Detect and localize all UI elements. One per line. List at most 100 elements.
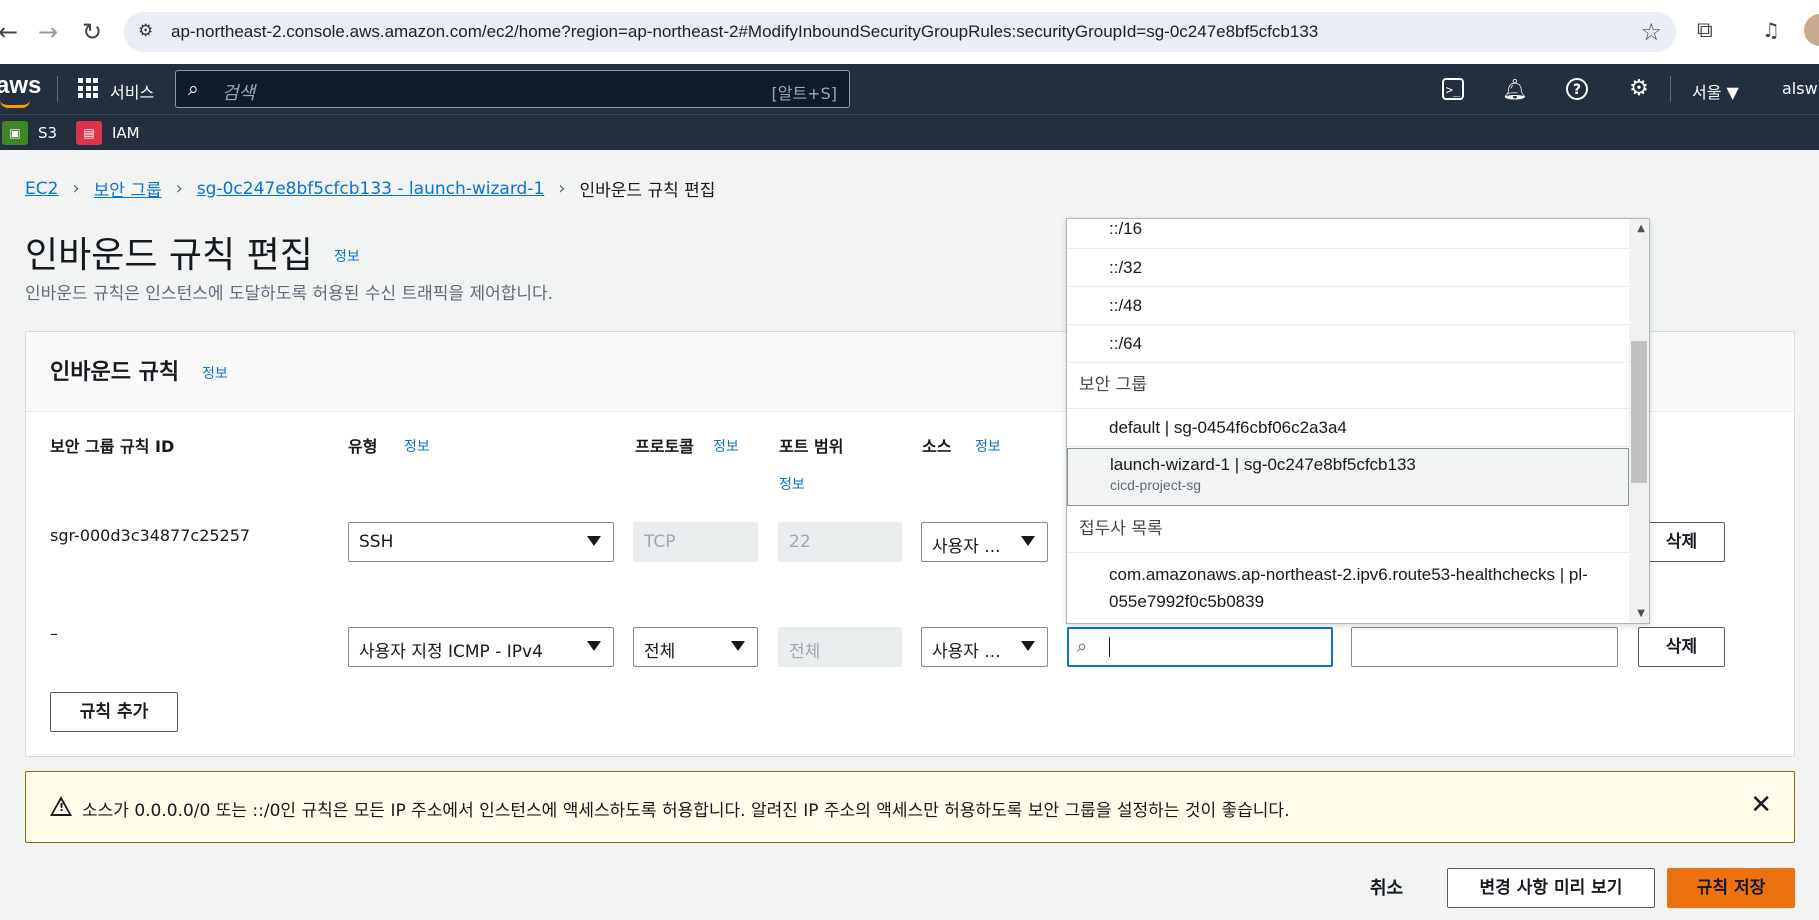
- source-type-value: 사용자 ...: [932, 537, 1001, 557]
- aws-logo[interactable]: aws: [0, 72, 41, 108]
- option-label: com.amazonaws.ap-northeast-2.ipv6.route5…: [1109, 565, 1588, 584]
- warning-message: 소스가 0.0.0.0/0 또는 ::/0인 규칙은 모든 IP 주소에서 인스…: [82, 801, 1290, 821]
- search-placeholder: 검색: [222, 83, 256, 104]
- scroll-up-icon[interactable]: ▲: [1637, 223, 1645, 234]
- dropdown-option[interactable]: ::/64: [1067, 325, 1629, 363]
- page-info-link[interactable]: 정보: [334, 246, 360, 266]
- caret-down-icon: [1021, 641, 1035, 651]
- search-shortcut: [알트+S]: [771, 84, 838, 103]
- account-menu[interactable]: alswl: [1782, 79, 1819, 98]
- aws-logo-smile: [0, 100, 30, 108]
- option-description: cicd-project-sg: [1110, 477, 1202, 493]
- services-grid-icon[interactable]: [78, 78, 98, 98]
- breadcrumb: EC2 › 보안 그룹 › sg-0c247e8bf5cfcb133 - lau…: [25, 176, 715, 201]
- dropdown-option[interactable]: ::/16: [1067, 219, 1629, 249]
- address-bar[interactable]: ⚙ ap-northeast-2.console.aws.amazon.com/…: [124, 12, 1676, 52]
- caret-down-icon: [587, 641, 601, 651]
- type-select[interactable]: SSH: [348, 522, 614, 562]
- panel-title: 인바운드 규칙: [50, 360, 180, 385]
- preview-changes-button[interactable]: 변경 사항 미리 보기: [1447, 868, 1655, 908]
- nav-divider: [57, 76, 58, 102]
- extensions-icon[interactable]: ⧉: [1697, 18, 1713, 43]
- dropdown-option-sg-launch-wizard[interactable]: launch-wizard-1 | sg-0c247e8bf5cfcb133 c…: [1067, 448, 1629, 506]
- source-info-link[interactable]: 정보: [975, 436, 1001, 456]
- add-rule-button[interactable]: 규칙 추가: [50, 692, 178, 732]
- notifications-bell-icon[interactable]: 🔔︎: [1502, 76, 1528, 102]
- back-icon[interactable]: ←: [0, 18, 22, 46]
- dropdown-option-sg-default[interactable]: default | sg-0454f6cbf06c2a3a4: [1067, 409, 1629, 447]
- page-title: 인바운드 규칙 편집: [25, 235, 313, 276]
- aws-top-nav: aws 서비스 ⌕ 검색 [알트+S] >_ 🔔︎ ? ⚙ 서울 ▼ alswl: [0, 64, 1819, 114]
- reload-icon[interactable]: ↻: [78, 18, 106, 46]
- s3-icon: ▣: [2, 121, 28, 145]
- breadcrumb-security-groups[interactable]: 보안 그룹: [94, 176, 162, 201]
- region-selector[interactable]: 서울 ▼: [1692, 79, 1739, 103]
- dropdown-option-prefix-list[interactable]: com.amazonaws.ap-northeast-2.ipv6.route5…: [1067, 553, 1629, 623]
- bookmark-star-icon[interactable]: ☆: [1640, 18, 1662, 46]
- caret-down-icon: [731, 641, 745, 651]
- help-icon[interactable]: ?: [1566, 78, 1588, 100]
- breadcrumb-ec2[interactable]: EC2: [25, 179, 58, 199]
- delete-rule-button[interactable]: 삭제: [1638, 627, 1725, 667]
- delete-rule-button[interactable]: 삭제: [1638, 522, 1725, 562]
- page-description: 인바운드 규칙은 인스턴스에 도달하도록 허용된 수신 트래픽을 제어합니다.: [25, 284, 554, 304]
- settings-gear-icon[interactable]: ⚙: [1626, 76, 1652, 102]
- breadcrumb-security-group[interactable]: sg-0c247e8bf5cfcb133 - launch-wizard-1: [197, 179, 544, 199]
- protocol-info-link[interactable]: 정보: [713, 436, 739, 456]
- warning-icon-mark: !: [59, 801, 65, 814]
- services-menu[interactable]: 서비스: [110, 79, 154, 103]
- source-search-input[interactable]: ⌕: [1067, 627, 1333, 667]
- warning-alert: ! 소스가 0.0.0.0/0 또는 ::/0인 규칙은 모든 IP 주소에서 …: [25, 771, 1795, 843]
- favorite-label: IAM: [112, 124, 140, 142]
- chevron-right-icon: ›: [72, 178, 80, 199]
- scrollbar-thumb[interactable]: [1631, 341, 1647, 483]
- column-header-source: 소스: [922, 437, 952, 456]
- type-select-value: SSH: [359, 532, 394, 552]
- media-control-icon[interactable]: ♫: [1762, 18, 1780, 42]
- forward-icon[interactable]: →: [34, 18, 62, 46]
- rule-id: sgr-000d3c34877c25257: [50, 526, 251, 545]
- favorite-s3[interactable]: ▣ S3: [2, 121, 57, 145]
- column-header-port-range: 포트 범위: [779, 437, 844, 456]
- source-type-select[interactable]: 사용자 ...: [921, 627, 1048, 667]
- rule-id: –: [50, 624, 58, 643]
- option-label: 055e7992f0c5b0839: [1109, 592, 1265, 611]
- dropdown-option[interactable]: ::/48: [1067, 287, 1629, 325]
- type-select-value: 사용자 지정 ICMP - IPv4: [359, 642, 543, 662]
- profile-avatar[interactable]: [1804, 14, 1819, 46]
- url-text[interactable]: ap-northeast-2.console.aws.amazon.com/ec…: [171, 22, 1318, 42]
- console-search-input[interactable]: ⌕ 검색 [알트+S]: [175, 70, 850, 108]
- protocol-select[interactable]: 전체: [633, 627, 758, 667]
- port-range-field: 전체: [778, 627, 902, 667]
- source-type-value: 사용자 ...: [932, 642, 1001, 662]
- scroll-down-icon[interactable]: ▼: [1637, 608, 1645, 619]
- source-dropdown-list[interactable]: ::/16 ::/32 ::/48 ::/64 보안 그룹 default | …: [1066, 218, 1650, 624]
- column-header-rule-id: 보안 그룹 규칙 ID: [50, 437, 175, 456]
- close-icon[interactable]: ✕: [1750, 790, 1772, 820]
- favorite-label: S3: [38, 124, 58, 142]
- cloudshell-icon[interactable]: >_: [1442, 78, 1464, 100]
- type-info-link[interactable]: 정보: [404, 436, 430, 456]
- browser-toolbar: ← → ↻ ⚙ ap-northeast-2.console.aws.amazo…: [0, 0, 1819, 64]
- save-rules-button[interactable]: 규칙 저장: [1667, 868, 1795, 908]
- port-info-link[interactable]: 정보: [779, 474, 805, 494]
- column-header-protocol: 프로토콜: [635, 437, 694, 456]
- text-cursor: [1109, 637, 1110, 657]
- cancel-button[interactable]: 취소: [1370, 874, 1403, 900]
- iam-icon: ▤: [76, 121, 102, 145]
- site-settings-icon[interactable]: ⚙: [138, 21, 153, 41]
- panel-info-link[interactable]: 정보: [202, 363, 228, 383]
- favorites-bar: ▣ S3 ▤ IAM: [0, 114, 1819, 150]
- caret-down-icon: [587, 536, 601, 546]
- description-input[interactable]: [1351, 627, 1618, 667]
- nav-divider: [1670, 76, 1671, 102]
- option-label: launch-wizard-1 | sg-0c247e8bf5cfcb133: [1110, 455, 1416, 474]
- dropdown-scrollbar[interactable]: ▲ ▼: [1629, 219, 1649, 623]
- dropdown-option[interactable]: ::/32: [1067, 249, 1629, 287]
- favorite-iam[interactable]: ▤ IAM: [76, 121, 140, 145]
- type-select[interactable]: 사용자 지정 ICMP - IPv4: [348, 627, 614, 667]
- source-type-select[interactable]: 사용자 ...: [921, 522, 1048, 562]
- protocol-field: TCP: [633, 522, 758, 562]
- caret-down-icon: [1021, 536, 1035, 546]
- dropdown-group-prefix-lists: 접두사 목록: [1067, 507, 1629, 553]
